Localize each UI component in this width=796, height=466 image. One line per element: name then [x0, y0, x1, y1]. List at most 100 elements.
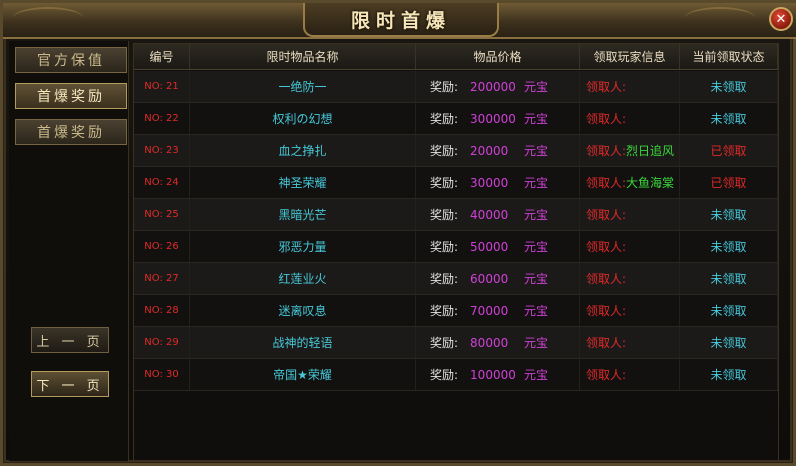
header-player-info: 领取玩家信息: [580, 44, 680, 69]
reward-label: 奖励:: [430, 272, 459, 286]
table-row[interactable]: NO: 25 黑暗光芒 奖励: 40000 元宝 领取人: 未领取: [134, 199, 778, 231]
row-number: NO: 22: [134, 103, 190, 134]
row-number: NO: 25: [134, 199, 190, 230]
item-name: 邪恶力量: [190, 231, 416, 262]
reward-amount: 100000: [470, 367, 516, 382]
reward-label: 奖励:: [430, 144, 459, 158]
reward-currency: 元宝: [524, 144, 549, 158]
claimer-label: 领取人:: [586, 272, 627, 286]
item-price: 奖励: 100000 元宝: [416, 359, 580, 390]
tab-first-drop-reward[interactable]: 首爆奖励: [15, 83, 127, 109]
claim-status: 未领取: [680, 327, 778, 358]
table-row[interactable]: NO: 24 神圣荣耀 奖励: 30000 元宝 领取人: 大鱼海棠 已领取: [134, 167, 778, 199]
claimer-info: 领取人:: [580, 263, 680, 294]
claim-status: 未领取: [680, 199, 778, 230]
reward-amount: 300000: [470, 111, 516, 126]
table-row[interactable]: NO: 29 战神的轻语 奖励: 80000 元宝 领取人: 未领取: [134, 327, 778, 359]
reward-amount: 50000: [470, 239, 509, 254]
item-price: 奖励: 60000 元宝: [416, 263, 580, 294]
claimer-label: 领取人:: [586, 304, 627, 318]
header-price: 物品价格: [416, 44, 580, 69]
claim-status: 已领取: [680, 167, 778, 198]
claimer-label: 领取人:: [586, 336, 627, 350]
claim-status: 已领取: [680, 135, 778, 166]
window-title: 限时首爆: [350, 9, 451, 32]
reward-currency: 元宝: [524, 176, 549, 190]
reward-amount: 70000: [470, 303, 509, 318]
item-name: 权利の幻想: [190, 103, 416, 134]
reward-label: 奖励:: [430, 240, 459, 254]
reward-label: 奖励:: [430, 176, 459, 190]
next-page-button[interactable]: 下 一 页: [31, 371, 109, 397]
item-price: 奖励: 80000 元宝: [416, 327, 580, 358]
item-price: 奖励: 70000 元宝: [416, 295, 580, 326]
item-name: 战神的轻语: [190, 327, 416, 358]
reward-currency: 元宝: [524, 272, 549, 286]
row-number: NO: 23: [134, 135, 190, 166]
title-ornament-left: [13, 7, 83, 29]
close-icon: ✕: [775, 11, 787, 27]
reward-amount: 40000: [470, 207, 509, 222]
table-row[interactable]: NO: 28 迷离叹息 奖励: 70000 元宝 领取人: 未领取: [134, 295, 778, 327]
table-header: 编号 限时物品名称 物品价格 领取玩家信息 当前领取状态: [134, 44, 778, 70]
claim-status: 未领取: [680, 71, 778, 102]
item-price: 奖励: 30000 元宝: [416, 167, 580, 198]
claim-status: 未领取: [680, 263, 778, 294]
reward-currency: 元宝: [524, 208, 549, 222]
claimer-info: 领取人:: [580, 103, 680, 134]
claimer-label: 领取人:: [586, 368, 627, 382]
close-button[interactable]: ✕: [769, 7, 793, 31]
sidebar: 官方保值 首爆奖励 首爆奖励 上 一 页 下 一 页: [9, 41, 129, 461]
item-name: 神圣荣耀: [190, 167, 416, 198]
item-name: 一绝防一: [190, 71, 416, 102]
row-number: NO: 26: [134, 231, 190, 262]
claimer-info: 领取人:: [580, 231, 680, 262]
claim-status: 未领取: [680, 231, 778, 262]
table-row[interactable]: NO: 27 红莲业火 奖励: 60000 元宝 领取人: 未领取: [134, 263, 778, 295]
table-row[interactable]: NO: 21 一绝防一 奖励: 200000 元宝 领取人: 未领取: [134, 71, 778, 103]
prev-page-button[interactable]: 上 一 页: [31, 327, 109, 353]
claimer-label: 领取人:: [586, 112, 627, 126]
reward-currency: 元宝: [524, 368, 549, 382]
item-name: 红莲业火: [190, 263, 416, 294]
item-name: 黑暗光芒: [190, 199, 416, 230]
item-price: 奖励: 20000 元宝: [416, 135, 580, 166]
claimer-info: 领取人:: [580, 327, 680, 358]
claimer-label: 领取人:: [586, 208, 627, 222]
table-row[interactable]: NO: 23 血之挣扎 奖励: 20000 元宝 领取人: 烈日追风 已领取: [134, 135, 778, 167]
claimer-info: 领取人:: [580, 359, 680, 390]
row-number: NO: 21: [134, 71, 190, 102]
row-number: NO: 24: [134, 167, 190, 198]
title-bar: 限时首爆 ✕: [3, 3, 796, 39]
item-price: 奖励: 200000 元宝: [416, 71, 580, 102]
reward-currency: 元宝: [524, 336, 549, 350]
reward-amount: 30000: [470, 175, 509, 190]
item-name: 迷离叹息: [190, 295, 416, 326]
reward-label: 奖励:: [430, 208, 459, 222]
table-body: NO: 21 一绝防一 奖励: 200000 元宝 领取人: 未领取 NO: 22 权利の幻想奖…: [134, 71, 778, 391]
claimer-label: 领取人:: [586, 176, 627, 190]
tab-official-value[interactable]: 官方保值: [15, 47, 127, 73]
table-row[interactable]: NO: 30 帝国★荣耀 奖励: 100000 元宝 领取人: 未领取: [134, 359, 778, 391]
limited-first-drop-window: 限时首爆 ✕ 官方保值 首爆奖励 首爆奖励 上 一 页 下 一 页 编号 限时物…: [0, 0, 796, 466]
reward-label: 奖励:: [430, 80, 459, 94]
item-name: 帝国★荣耀: [190, 359, 416, 390]
row-number: NO: 27: [134, 263, 190, 294]
reward-label: 奖励:: [430, 112, 459, 126]
claimer-info: 领取人:: [580, 71, 680, 102]
title-plaque: 限时首爆: [303, 3, 499, 37]
reward-amount: 60000: [470, 271, 509, 286]
reward-currency: 元宝: [524, 80, 549, 94]
table-row[interactable]: NO: 22 权利の幻想 奖励: 300000 元宝 领取人: 未领取: [134, 103, 778, 135]
tab-first-drop-reward-2[interactable]: 首爆奖励: [15, 119, 127, 145]
row-number: NO: 29: [134, 327, 190, 358]
header-number: 编号: [134, 44, 190, 69]
table-row[interactable]: NO: 26 邪恶力量 奖励: 50000 元宝 领取人: 未领取: [134, 231, 778, 263]
claimer-info: 领取人:: [580, 295, 680, 326]
reward-label: 奖励:: [430, 304, 459, 318]
row-number: NO: 28: [134, 295, 190, 326]
claimer-label: 领取人:: [586, 80, 627, 94]
claimer-info: 领取人: 大鱼海棠: [580, 167, 680, 198]
reward-amount: 200000: [470, 79, 516, 94]
reward-currency: 元宝: [524, 304, 549, 318]
